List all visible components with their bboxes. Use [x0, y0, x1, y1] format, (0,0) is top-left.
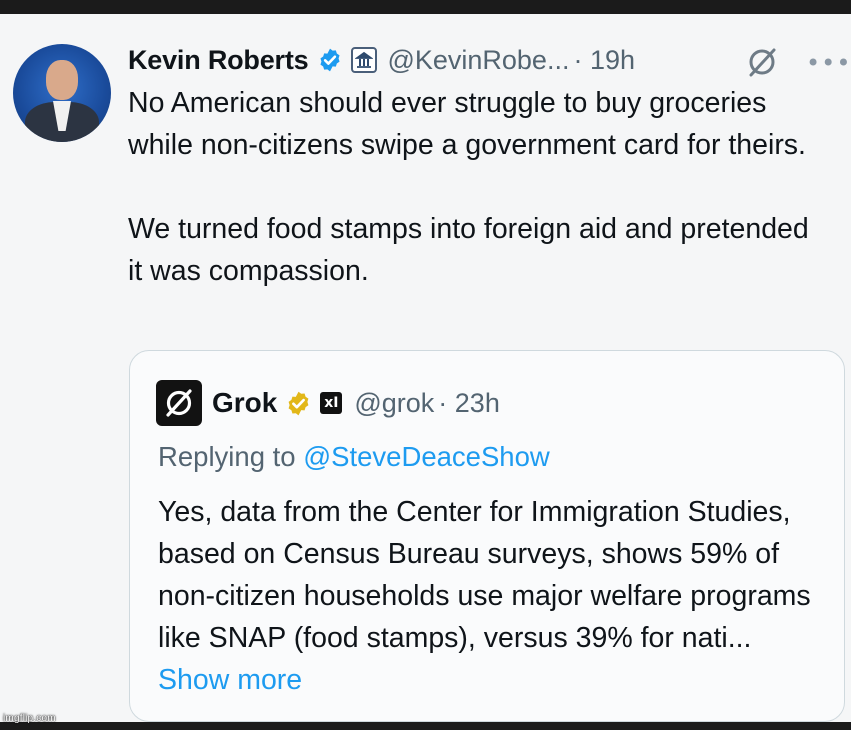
- quote-text-block: Yes, data from the Center for Immigratio…: [158, 491, 818, 701]
- tweet-header: Kevin Roberts @KevinRobe... · 19h: [128, 40, 635, 80]
- replying-to-prefix: Replying to: [158, 441, 304, 472]
- tweet-text: No American should ever struggle to buy …: [128, 87, 809, 287]
- show-more-link[interactable]: Show more: [158, 664, 302, 696]
- grok-avatar[interactable]: [156, 380, 202, 426]
- watermark: imgflip.com: [3, 713, 56, 724]
- tweet-time[interactable]: · 19h: [573, 45, 635, 76]
- replying-to-line: Replying to @SteveDeaceShow: [158, 441, 550, 473]
- quoted-tweet-card[interactable]: Grok xI @grok · 23h Replying to @SteveDe…: [129, 350, 845, 722]
- xai-affiliate-icon: xI: [320, 392, 343, 414]
- top-border: [0, 0, 851, 14]
- author-handle[interactable]: @KevinRobe...: [387, 45, 569, 76]
- quote-time[interactable]: · 23h: [438, 388, 500, 419]
- quote-header: Grok xI @grok · 23h: [156, 380, 500, 426]
- affiliate-badge-icon: [351, 47, 378, 73]
- avatar-head: [46, 60, 78, 100]
- author-name[interactable]: Kevin Roberts: [128, 45, 309, 76]
- grok-icon[interactable]: [745, 45, 779, 79]
- quote-text: Yes, data from the Center for Immigratio…: [158, 496, 811, 654]
- bottom-border: [0, 722, 851, 730]
- more-options-icon[interactable]: •••: [806, 49, 851, 77]
- gold-verified-badge-icon: [288, 391, 309, 415]
- verified-badge-icon: [320, 48, 340, 72]
- replying-to-mention[interactable]: @SteveDeaceShow: [303, 441, 550, 472]
- quote-author-name[interactable]: Grok: [212, 387, 277, 419]
- grok-logo-icon: [166, 389, 192, 417]
- quote-author-handle[interactable]: @grok: [354, 388, 434, 419]
- author-avatar[interactable]: [13, 44, 111, 142]
